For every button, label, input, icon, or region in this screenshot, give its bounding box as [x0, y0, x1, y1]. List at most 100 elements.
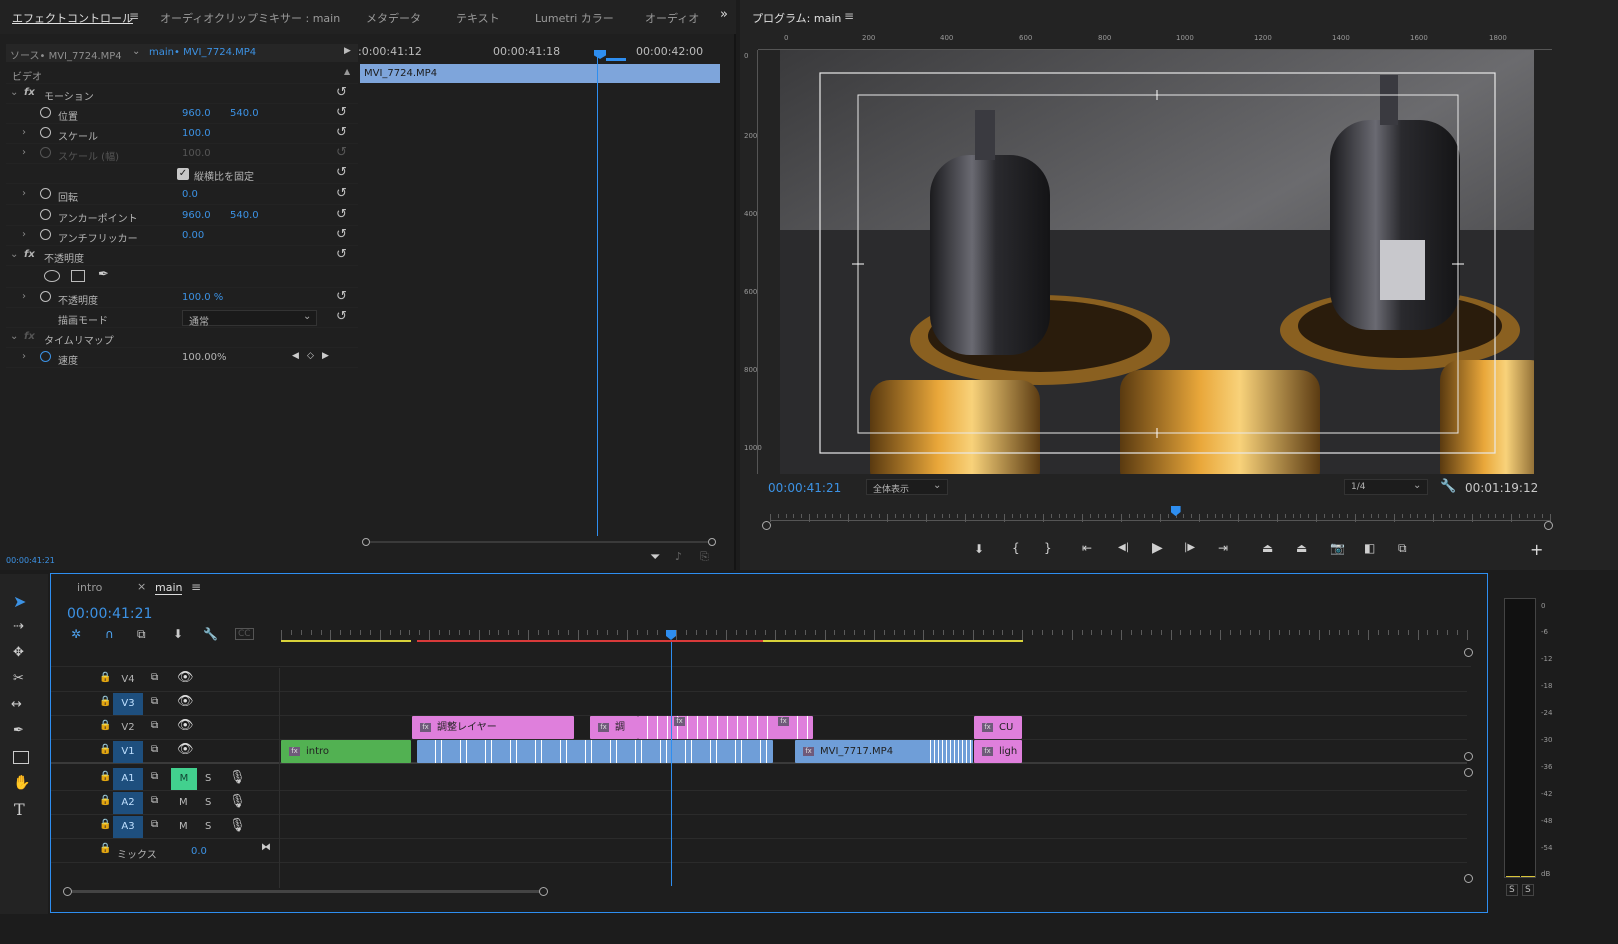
- play-triangle-icon[interactable]: ▶: [344, 46, 351, 56]
- mix-value[interactable]: 0.0: [191, 846, 207, 857]
- scrubber-handle-right[interactable]: [1544, 521, 1553, 530]
- mute-button-a2[interactable]: M: [179, 797, 188, 808]
- reset-icon[interactable]: ↺: [336, 186, 347, 201]
- selection-tool-icon[interactable]: ➤: [13, 592, 26, 611]
- h-scroll-handle-right[interactable]: [539, 887, 548, 896]
- expand-chevron-icon[interactable]: ⌄: [10, 87, 18, 98]
- program-scrubber[interactable]: [762, 506, 1556, 532]
- track-target-v2[interactable]: V2: [113, 717, 143, 739]
- reset-icon[interactable]: ↺: [336, 227, 347, 242]
- tab-metadata[interactable]: メタデータ: [366, 10, 421, 26]
- tab-text[interactable]: テキスト: [456, 10, 500, 26]
- ripple-edit-tool-icon[interactable]: ✥: [13, 645, 24, 660]
- clip-adjustment-layer[interactable]: fx 調: [590, 716, 638, 739]
- overlay-icon[interactable]: ⧉: [1398, 541, 1407, 556]
- step-back-icon[interactable]: ◀|: [1118, 542, 1129, 553]
- mark-in-icon[interactable]: {: [1012, 541, 1020, 555]
- wrench-icon[interactable]: 🔧: [1440, 479, 1456, 494]
- mute-button-a3[interactable]: M: [179, 821, 188, 832]
- type-tool-icon[interactable]: T: [14, 800, 25, 819]
- sync-lock-icon[interactable]: ⧉: [151, 696, 158, 707]
- rectangle-mask-icon[interactable]: [71, 270, 85, 282]
- track-target-v4[interactable]: V4: [113, 669, 143, 691]
- step-forward-icon[interactable]: |▶: [1184, 542, 1195, 553]
- reset-icon[interactable]: ↺: [336, 289, 347, 304]
- reset-icon[interactable]: ↺: [336, 309, 347, 324]
- ec-playhead-marker[interactable]: [594, 50, 606, 59]
- previous-keyframe-icon[interactable]: ◀: [292, 351, 299, 361]
- lock-icon[interactable]: 🔒: [99, 819, 111, 830]
- v-scroll-handle[interactable]: [1464, 874, 1473, 883]
- reset-icon[interactable]: ↺: [336, 85, 347, 100]
- mute-button-a1[interactable]: M: [171, 768, 197, 790]
- stopwatch-icon[interactable]: [40, 107, 51, 118]
- play-icon[interactable]: ▶: [1152, 540, 1163, 556]
- solo-button-a2[interactable]: S: [205, 797, 211, 808]
- ec-time-ruler[interactable]: :0:00:41:12 00:00:41:18 00:00:42:00: [358, 40, 722, 64]
- clip-adjustment-layer[interactable]: fx 調整レイヤー: [412, 716, 574, 739]
- eye-icon[interactable]: 👁: [177, 670, 194, 685]
- overflow-chevron-icon[interactable]: »: [720, 7, 728, 22]
- solo-button-a3[interactable]: S: [205, 821, 211, 832]
- track-select-tool-icon[interactable]: ⇢: [13, 619, 24, 634]
- clip-group-v1[interactable]: [417, 740, 773, 763]
- track-target-a2[interactable]: A2: [113, 792, 143, 814]
- track-target-a1[interactable]: A1: [113, 768, 143, 790]
- microphone-icon[interactable]: 🎙: [229, 818, 246, 833]
- ec-zoom-scrollbar[interactable]: [362, 538, 718, 546]
- rectangle-tool-icon[interactable]: [13, 751, 29, 764]
- captions-icon[interactable]: CC: [235, 628, 254, 640]
- linked-selection-icon[interactable]: ⧉: [137, 627, 146, 642]
- timeline-timecode[interactable]: 00:00:41:21: [67, 606, 152, 622]
- add-button-icon[interactable]: +: [1530, 540, 1543, 559]
- antiflicker-value[interactable]: 0.00: [182, 230, 204, 241]
- blend-mode-dropdown[interactable]: 通常 ⌄: [182, 310, 317, 328]
- lock-icon[interactable]: 🔒: [99, 720, 111, 731]
- panel-menu-icon[interactable]: ≡: [191, 580, 201, 594]
- lift-icon[interactable]: ⏏: [1262, 541, 1273, 555]
- v-scroll-handle[interactable]: [1464, 752, 1473, 761]
- eye-icon[interactable]: 👁: [177, 718, 194, 733]
- mark-out-icon[interactable]: }: [1044, 541, 1052, 555]
- tab-effect-controls[interactable]: エフェクトコントロール: [12, 10, 133, 26]
- comparison-view-icon[interactable]: ◧: [1364, 541, 1375, 555]
- h-scroll-thumb[interactable]: [72, 890, 540, 893]
- rotation-value[interactable]: 0.0: [182, 189, 198, 200]
- stopwatch-icon[interactable]: [40, 229, 51, 240]
- track-target-a3[interactable]: A3: [113, 816, 143, 838]
- scroll-handle-right[interactable]: [708, 538, 716, 546]
- lock-icon[interactable]: 🔒: [99, 771, 111, 782]
- meter-solo-left-button[interactable]: S: [1506, 884, 1518, 896]
- effect-motion[interactable]: ⌄ fx モーション ↺: [6, 84, 358, 104]
- microphone-icon[interactable]: 🎙: [229, 770, 246, 785]
- camera-icon[interactable]: 📷: [1330, 541, 1345, 555]
- extract-icon[interactable]: ⏏: [1296, 541, 1307, 555]
- meter-solo-right-button[interactable]: S: [1522, 884, 1534, 896]
- snap-magnet-icon[interactable]: ∩: [105, 627, 114, 641]
- stopwatch-icon[interactable]: [40, 188, 51, 199]
- sequence-clip-label[interactable]: main• MVI_7724.MP4: [149, 47, 256, 58]
- razor-tool-icon[interactable]: ✂: [13, 671, 24, 686]
- lock-icon[interactable]: 🔒: [99, 843, 111, 854]
- sync-lock-icon[interactable]: ⧉: [151, 672, 158, 683]
- pen-mask-icon[interactable]: ✒: [98, 267, 109, 282]
- microphone-icon[interactable]: 🎙: [229, 794, 246, 809]
- sync-lock-icon[interactable]: ⧉: [151, 795, 158, 806]
- lock-icon[interactable]: 🔒: [99, 744, 111, 755]
- effect-time-remap[interactable]: ⌄ fx タイムリマップ: [6, 328, 358, 348]
- program-video-frame[interactable]: [780, 50, 1534, 474]
- clip-small[interactable]: fx: [773, 716, 795, 739]
- fx-icon[interactable]: fx: [24, 249, 35, 260]
- export-icon[interactable]: ⎘: [700, 550, 709, 564]
- panel-menu-icon[interactable]: ≡: [844, 9, 854, 23]
- scroll-handle-left[interactable]: [362, 538, 370, 546]
- reset-icon[interactable]: ↺: [336, 105, 347, 120]
- tab-audio-clip-mixer[interactable]: オーディオクリップミキサー : main: [160, 10, 340, 26]
- lock-icon[interactable]: 🔒: [99, 696, 111, 707]
- audio-only-icon[interactable]: ♪: [675, 550, 682, 563]
- mix-toggle-icon[interactable]: ⧓: [261, 842, 271, 853]
- pen-tool-icon[interactable]: ✒: [13, 723, 24, 738]
- lock-icon[interactable]: 🔒: [99, 672, 111, 683]
- expand-chevron-icon[interactable]: ›: [22, 351, 26, 362]
- ellipse-mask-icon[interactable]: [44, 270, 60, 282]
